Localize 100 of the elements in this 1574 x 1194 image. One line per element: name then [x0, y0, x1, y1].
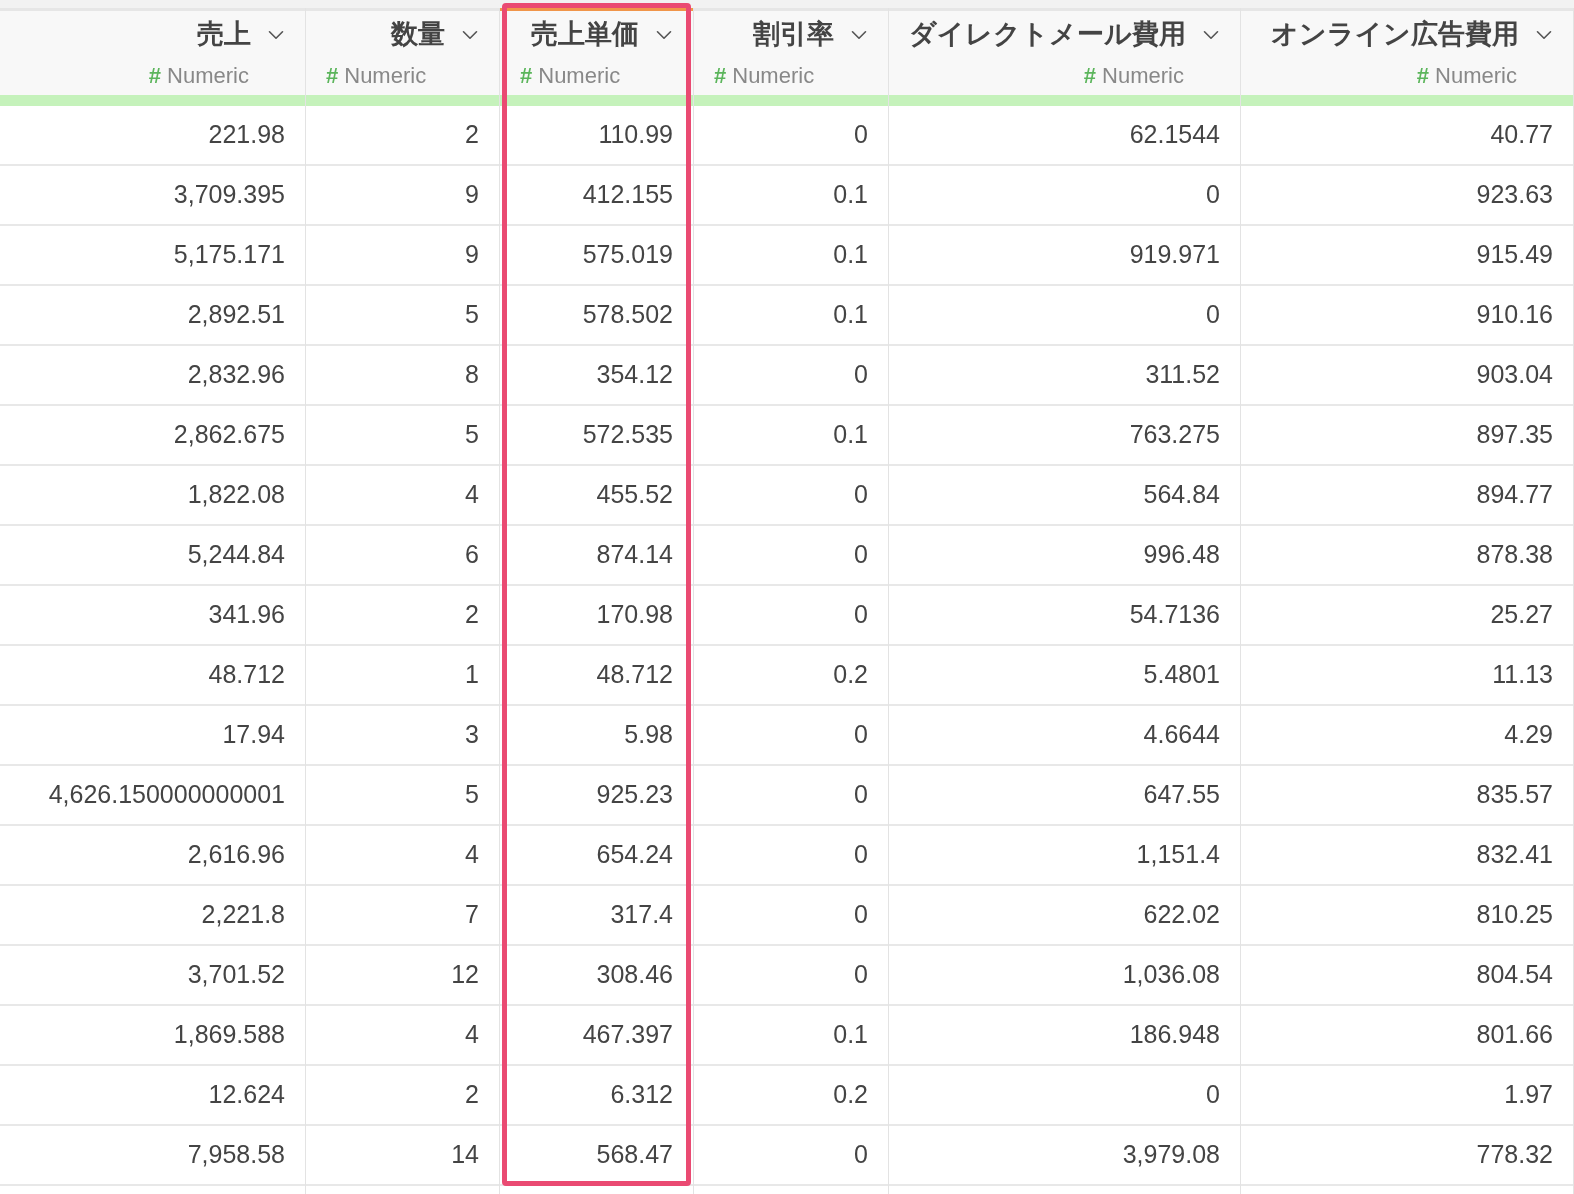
table-cell: 6	[306, 526, 499, 586]
table-cell: 3,979.08	[889, 1126, 1240, 1186]
column-title: 割引率	[753, 18, 834, 52]
table-cell: 3,701.52	[0, 946, 305, 1006]
table-cell: 568.47	[500, 1126, 693, 1186]
column-type: Numeric	[167, 61, 249, 90]
table-cell: 894.77	[1241, 466, 1573, 526]
table-cell: 4	[306, 466, 499, 526]
table-cell: 9	[306, 166, 499, 226]
table-cell: 5	[306, 406, 499, 466]
table-cell: 923.63	[1241, 166, 1573, 226]
table-cell: 0	[694, 526, 888, 586]
table-cell: 1,151.4	[889, 826, 1240, 886]
table-cell: 4.6644	[889, 706, 1240, 766]
table-cell: 25.27	[1241, 586, 1573, 646]
table-cell: 6.312	[500, 1066, 693, 1126]
table-cell: 0	[889, 166, 1240, 226]
table-cell: 0	[694, 706, 888, 766]
table-cell: 3,709.395	[0, 166, 305, 226]
table-cell: 622.02	[889, 886, 1240, 946]
table-cell: 0	[694, 346, 888, 406]
table-cell: 0.1	[694, 406, 888, 466]
column-type: Numeric	[1102, 61, 1184, 90]
table-cell: 572.535	[500, 406, 693, 466]
table-cell: 2	[306, 106, 499, 166]
table-cell: 0.1	[694, 166, 888, 226]
table-cell: 412.155	[500, 166, 693, 226]
table-cell: 1,822.08	[0, 466, 305, 526]
table-cell: 62.1544	[889, 106, 1240, 166]
table-cell: 0	[889, 1066, 1240, 1126]
table-cell: 0	[694, 886, 888, 946]
table-cell: 878.38	[1241, 526, 1573, 586]
table-cell: 910.16	[1241, 286, 1573, 346]
table-cell: 54.7136	[889, 586, 1240, 646]
table-cell: 3	[306, 706, 499, 766]
table-cell: 455.52	[500, 466, 693, 526]
table-cell: 1,036.08	[889, 946, 1240, 1006]
table-cell: 8	[306, 346, 499, 406]
table-cell: 317.4	[500, 886, 693, 946]
table-cell: 801.66	[1241, 1006, 1573, 1066]
table-cell: 5,175.171	[0, 226, 305, 286]
type-icon: #	[714, 58, 727, 92]
table-cell: 48.712	[0, 646, 305, 706]
table-cell: 2,616.96	[0, 826, 305, 886]
table-cell: 186.948	[889, 1006, 1240, 1066]
table-cell: 832.41	[1241, 826, 1573, 886]
table-cell: 0	[694, 766, 888, 826]
table-cell: 9	[306, 226, 499, 286]
table-cell: 804.54	[1241, 946, 1573, 1006]
table-cell: 0	[694, 1126, 888, 1186]
type-icon: #	[1083, 58, 1097, 92]
table-cell: 4.29	[1241, 706, 1573, 766]
table-cell: 308.46	[500, 946, 693, 1006]
table-cell: 40.77	[1241, 106, 1573, 166]
table-cell: 4	[306, 826, 499, 886]
table-cell: 341.96	[0, 586, 305, 646]
column-header[interactable]: 割引率 # Numeric	[694, 8, 888, 95]
table-cell: 996.48	[889, 526, 1240, 586]
column-type: Numeric	[538, 61, 621, 90]
table-cell: 0.2	[694, 646, 888, 706]
table-cell: 5	[306, 286, 499, 346]
table-cell: 5.98	[500, 706, 693, 766]
table-cell: 925.23	[500, 766, 693, 826]
table-cell: 0.2	[694, 1066, 888, 1126]
table-cell: 311.52	[889, 346, 1240, 406]
table-cell: 0	[694, 826, 888, 886]
column-title: オンライン広告費用	[1271, 18, 1519, 52]
table-cell: 17.94	[0, 706, 305, 766]
table-cell: 110.99	[500, 106, 693, 166]
type-icon: #	[1416, 58, 1430, 92]
type-icon: #	[326, 58, 339, 92]
table-cell: 0	[889, 286, 1240, 346]
table-cell: 2,892.51	[0, 286, 305, 346]
table-cell: 2	[306, 586, 499, 646]
table-cell: 7	[306, 886, 499, 946]
column-header[interactable]: ダイレクトメール費用 # Numeric	[889, 8, 1240, 95]
table-cell: 2	[306, 1066, 499, 1126]
table-cell: 763.275	[889, 406, 1240, 466]
table-cell: 170.98	[500, 586, 693, 646]
column-header[interactable]: 売上単価 # Numeric	[500, 8, 693, 95]
column-header[interactable]: 売上 # Numeric	[0, 8, 305, 95]
table-cell: 810.25	[1241, 886, 1573, 946]
column-type: Numeric	[732, 61, 815, 90]
table-cell: 1,869.588	[0, 1006, 305, 1066]
column-header[interactable]: オンライン広告費用 # Numeric	[1241, 8, 1573, 95]
table-cell: 578.502	[500, 286, 693, 346]
column-title: 売上単価	[531, 18, 639, 52]
table-cell: 874.14	[500, 526, 693, 586]
table-cell: 0.1	[694, 1006, 888, 1066]
column-header[interactable]: 数量 # Numeric	[306, 8, 499, 95]
table-cell: 835.57	[1241, 766, 1573, 826]
table-cell: 14	[306, 1126, 499, 1186]
table-cell: 903.04	[1241, 346, 1573, 406]
table-cell: 915.49	[1241, 226, 1573, 286]
table-cell: 12.624	[0, 1066, 305, 1126]
table-cell: 0.1	[694, 286, 888, 346]
table-cell: 221.98	[0, 106, 305, 166]
table-cell: 0	[694, 466, 888, 526]
table-cell: 5.4801	[889, 646, 1240, 706]
table-cell: 575.019	[500, 226, 693, 286]
